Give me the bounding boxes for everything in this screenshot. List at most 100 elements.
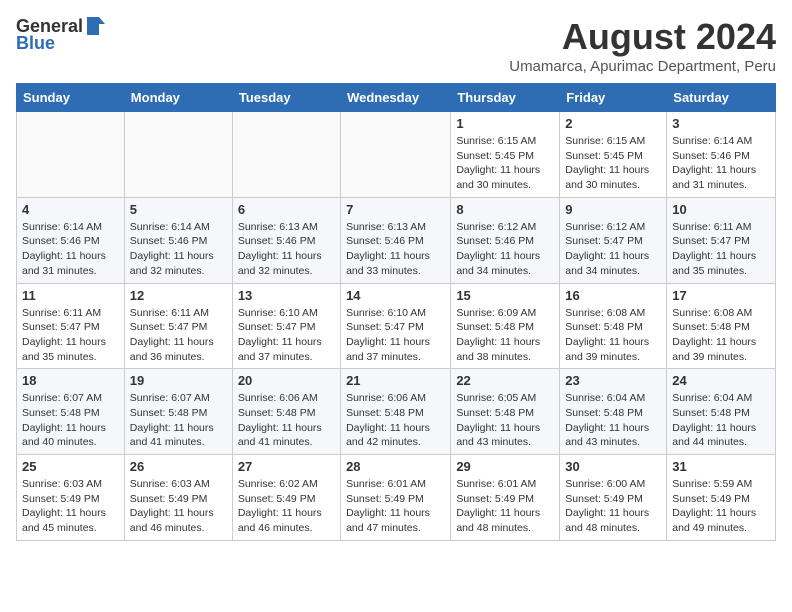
- day-detail: Sunrise: 6:00 AM Sunset: 5:49 PM Dayligh…: [565, 477, 661, 536]
- day-number: 14: [346, 288, 445, 303]
- day-detail: Sunrise: 6:06 AM Sunset: 5:48 PM Dayligh…: [346, 391, 445, 450]
- calendar-cell: 18 Sunrise: 6:07 AM Sunset: 5:48 PM Dayli…: [17, 369, 125, 455]
- day-detail: Sunrise: 6:13 AM Sunset: 5:46 PM Dayligh…: [238, 220, 335, 279]
- calendar-cell: 15 Sunrise: 6:09 AM Sunset: 5:48 PM Dayli…: [451, 283, 560, 369]
- calendar-cell: 31Sunrise: 5:59 AM Sunset: 5:49 PM Dayli…: [667, 455, 776, 541]
- calendar-cell: [341, 112, 451, 198]
- day-detail: Sunrise: 6:09 AM Sunset: 5:48 PM Dayligh…: [456, 306, 554, 365]
- day-number: 18: [22, 373, 119, 388]
- day-number: 3: [672, 116, 770, 131]
- calendar-cell: 30 Sunrise: 6:00 AM Sunset: 5:49 PM Dayli…: [560, 455, 667, 541]
- day-detail: Sunrise: 6:07 AM Sunset: 5:48 PM Dayligh…: [130, 391, 227, 450]
- location-subtitle: Umamarca, Apurimac Department, Peru: [509, 58, 776, 75]
- calendar-cell: 26 Sunrise: 6:03 AM Sunset: 5:49 PM Dayli…: [124, 455, 232, 541]
- logo-icon: [85, 15, 107, 37]
- calendar-cell: 17 Sunrise: 6:08 AM Sunset: 5:48 PM Dayli…: [667, 283, 776, 369]
- day-number: 25: [22, 459, 119, 474]
- day-number: 17: [672, 288, 770, 303]
- day-detail: Sunrise: 6:15 AM Sunset: 5:45 PM Dayligh…: [456, 134, 554, 193]
- calendar-cell: 21 Sunrise: 6:06 AM Sunset: 5:48 PM Dayli…: [341, 369, 451, 455]
- weekday-header-wednesday: Wednesday: [341, 84, 451, 112]
- day-number: 7: [346, 202, 445, 217]
- day-detail: Sunrise: 6:05 AM Sunset: 5:48 PM Dayligh…: [456, 391, 554, 450]
- day-number: 23: [565, 373, 661, 388]
- day-detail: Sunrise: 6:12 AM Sunset: 5:46 PM Dayligh…: [456, 220, 554, 279]
- calendar-cell: 8 Sunrise: 6:12 AM Sunset: 5:46 PM Daylig…: [451, 197, 560, 283]
- calendar-cell: 20Sunrise: 6:06 AM Sunset: 5:48 PM Dayli…: [232, 369, 340, 455]
- calendar-cell: 7 Sunrise: 6:13 AM Sunset: 5:46 PM Daylig…: [341, 197, 451, 283]
- calendar-cell: [17, 112, 125, 198]
- day-detail: Sunrise: 6:11 AM Sunset: 5:47 PM Dayligh…: [672, 220, 770, 279]
- day-number: 1: [456, 116, 554, 131]
- calendar-cell: 23Sunrise: 6:04 AM Sunset: 5:48 PM Dayli…: [560, 369, 667, 455]
- day-number: 12: [130, 288, 227, 303]
- day-number: 6: [238, 202, 335, 217]
- day-detail: Sunrise: 6:08 AM Sunset: 5:48 PM Dayligh…: [672, 306, 770, 365]
- calendar-cell: [124, 112, 232, 198]
- calendar-cell: 12 Sunrise: 6:11 AM Sunset: 5:47 PM Dayli…: [124, 283, 232, 369]
- calendar-cell: 10 Sunrise: 6:11 AM Sunset: 5:47 PM Dayli…: [667, 197, 776, 283]
- day-detail: Sunrise: 6:07 AM Sunset: 5:48 PM Dayligh…: [22, 391, 119, 450]
- day-number: 26: [130, 459, 227, 474]
- day-detail: Sunrise: 6:10 AM Sunset: 5:47 PM Dayligh…: [346, 306, 445, 365]
- calendar-cell: 28 Sunrise: 6:01 AM Sunset: 5:49 PM Dayli…: [341, 455, 451, 541]
- month-title: August 2024: [509, 16, 776, 58]
- calendar-cell: 22Sunrise: 6:05 AM Sunset: 5:48 PM Dayli…: [451, 369, 560, 455]
- day-number: 30: [565, 459, 661, 474]
- day-number: 2: [565, 116, 661, 131]
- day-number: 28: [346, 459, 445, 474]
- calendar-cell: 13 Sunrise: 6:10 AM Sunset: 5:47 PM Dayli…: [232, 283, 340, 369]
- day-number: 13: [238, 288, 335, 303]
- day-detail: Sunrise: 6:03 AM Sunset: 5:49 PM Dayligh…: [130, 477, 227, 536]
- day-number: 9: [565, 202, 661, 217]
- day-number: 15: [456, 288, 554, 303]
- weekday-header-friday: Friday: [560, 84, 667, 112]
- weekday-header-tuesday: Tuesday: [232, 84, 340, 112]
- day-number: 20: [238, 373, 335, 388]
- day-detail: Sunrise: 6:10 AM Sunset: 5:47 PM Dayligh…: [238, 306, 335, 365]
- calendar-cell: 19 Sunrise: 6:07 AM Sunset: 5:48 PM Dayli…: [124, 369, 232, 455]
- calendar-week-5: 25 Sunrise: 6:03 AM Sunset: 5:49 PM Dayli…: [17, 455, 776, 541]
- day-number: 21: [346, 373, 445, 388]
- day-number: 16: [565, 288, 661, 303]
- day-number: 19: [130, 373, 227, 388]
- calendar-week-4: 18 Sunrise: 6:07 AM Sunset: 5:48 PM Dayli…: [17, 369, 776, 455]
- calendar-table: SundayMondayTuesdayWednesdayThursdayFrid…: [16, 83, 776, 541]
- calendar-cell: 14 Sunrise: 6:10 AM Sunset: 5:47 PM Dayli…: [341, 283, 451, 369]
- calendar-cell: 24Sunrise: 6:04 AM Sunset: 5:48 PM Dayli…: [667, 369, 776, 455]
- day-number: 11: [22, 288, 119, 303]
- title-block: August 2024 Umamarca, Apurimac Departmen…: [509, 16, 776, 75]
- calendar-cell: 16 Sunrise: 6:08 AM Sunset: 5:48 PM Dayli…: [560, 283, 667, 369]
- calendar-cell: 4Sunrise: 6:14 AM Sunset: 5:46 PM Daylig…: [17, 197, 125, 283]
- day-detail: Sunrise: 6:14 AM Sunset: 5:46 PM Dayligh…: [22, 220, 119, 279]
- calendar-cell: [232, 112, 340, 198]
- day-number: 29: [456, 459, 554, 474]
- weekday-header-row: SundayMondayTuesdayWednesdayThursdayFrid…: [17, 84, 776, 112]
- day-detail: Sunrise: 6:14 AM Sunset: 5:46 PM Dayligh…: [130, 220, 227, 279]
- day-detail: Sunrise: 6:11 AM Sunset: 5:47 PM Dayligh…: [130, 306, 227, 365]
- day-detail: Sunrise: 6:11 AM Sunset: 5:47 PM Dayligh…: [22, 306, 119, 365]
- day-number: 27: [238, 459, 335, 474]
- calendar-week-3: 11 Sunrise: 6:11 AM Sunset: 5:47 PM Dayli…: [17, 283, 776, 369]
- calendar-cell: 25Sunrise: 6:03 AM Sunset: 5:49 PM Dayli…: [17, 455, 125, 541]
- day-detail: Sunrise: 6:01 AM Sunset: 5:49 PM Dayligh…: [346, 477, 445, 536]
- logo-blue-text: Blue: [16, 33, 55, 54]
- day-number: 24: [672, 373, 770, 388]
- calendar-cell: 27 Sunrise: 6:02 AM Sunset: 5:49 PM Dayli…: [232, 455, 340, 541]
- day-number: 5: [130, 202, 227, 217]
- day-detail: Sunrise: 6:08 AM Sunset: 5:48 PM Dayligh…: [565, 306, 661, 365]
- day-number: 8: [456, 202, 554, 217]
- calendar-cell: 1 Sunrise: 6:15 AM Sunset: 5:45 PM Daylig…: [451, 112, 560, 198]
- page-header: General Blue August 2024 Umamarca, Apuri…: [16, 16, 776, 75]
- calendar-cell: 29Sunrise: 6:01 AM Sunset: 5:49 PM Dayli…: [451, 455, 560, 541]
- day-detail: Sunrise: 6:15 AM Sunset: 5:45 PM Dayligh…: [565, 134, 661, 193]
- weekday-header-sunday: Sunday: [17, 84, 125, 112]
- calendar-cell: 9Sunrise: 6:12 AM Sunset: 5:47 PM Daylig…: [560, 197, 667, 283]
- day-detail: Sunrise: 6:14 AM Sunset: 5:46 PM Dayligh…: [672, 134, 770, 193]
- calendar-cell: 2 Sunrise: 6:15 AM Sunset: 5:45 PM Daylig…: [560, 112, 667, 198]
- day-detail: Sunrise: 5:59 AM Sunset: 5:49 PM Dayligh…: [672, 477, 770, 536]
- day-detail: Sunrise: 6:02 AM Sunset: 5:49 PM Dayligh…: [238, 477, 335, 536]
- weekday-header-monday: Monday: [124, 84, 232, 112]
- day-detail: Sunrise: 6:13 AM Sunset: 5:46 PM Dayligh…: [346, 220, 445, 279]
- day-number: 10: [672, 202, 770, 217]
